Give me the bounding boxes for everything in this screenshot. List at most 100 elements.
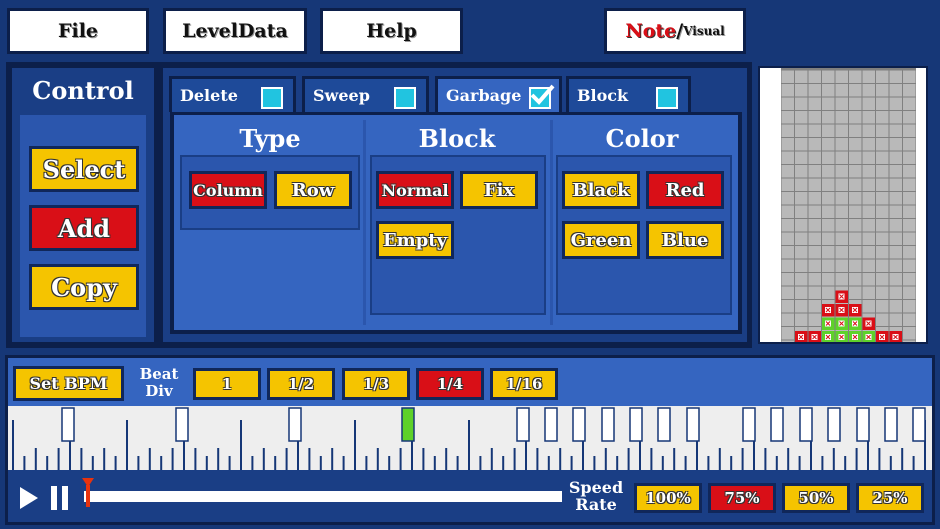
board-cell[interactable]: [795, 259, 808, 273]
board-cell[interactable]: [808, 70, 822, 84]
board-cell[interactable]: [781, 165, 795, 178]
board-cell[interactable]: [835, 232, 849, 246]
rate-25-button[interactable]: 25%: [856, 483, 924, 513]
board-cell[interactable]: [822, 273, 835, 286]
timeline-note[interactable]: [827, 407, 841, 442]
timeline-note[interactable]: [856, 407, 870, 442]
progress-track[interactable]: [84, 491, 562, 502]
board-cell[interactable]: [795, 97, 808, 111]
board-cell[interactable]: [835, 84, 849, 97]
board-cell[interactable]: [795, 84, 808, 97]
board-cell[interactable]: [795, 232, 808, 246]
board-cell[interactable]: [903, 151, 916, 165]
board-cell[interactable]: [808, 246, 822, 259]
board-cell[interactable]: [835, 192, 849, 205]
board-cell[interactable]: [849, 84, 862, 97]
timeline-note[interactable]: [742, 407, 756, 442]
board-cell[interactable]: [781, 313, 795, 327]
board-cell[interactable]: [889, 97, 903, 111]
div-1-2-button[interactable]: 1/2: [267, 368, 335, 400]
board-cell[interactable]: [835, 273, 849, 286]
board-cell[interactable]: [862, 286, 876, 300]
board-cell[interactable]: [862, 138, 876, 151]
board-cell[interactable]: [903, 313, 916, 327]
board-cell[interactable]: [876, 246, 889, 259]
board-cell[interactable]: [835, 205, 849, 219]
board-cell[interactable]: [795, 192, 808, 205]
board-cell[interactable]: [849, 124, 862, 138]
board-cell[interactable]: [781, 259, 795, 273]
board-cell[interactable]: [903, 111, 916, 124]
board-cell[interactable]: [862, 84, 876, 97]
board-cell[interactable]: [849, 70, 862, 84]
board-cell[interactable]: [862, 300, 876, 313]
board-cell[interactable]: [849, 232, 862, 246]
board-cell[interactable]: [889, 84, 903, 97]
board-cell[interactable]: [903, 300, 916, 313]
timeline-note[interactable]: [61, 407, 75, 442]
timeline-note[interactable]: [601, 407, 615, 442]
copy-button[interactable]: Copy: [29, 264, 139, 310]
board-cell[interactable]: [889, 138, 903, 151]
board-cell[interactable]: [822, 70, 835, 84]
timeline-note[interactable]: [288, 407, 302, 442]
board-cell[interactable]: [808, 300, 822, 313]
div-1-button[interactable]: 1: [193, 368, 261, 400]
board-cell[interactable]: [835, 165, 849, 178]
board-cell[interactable]: [903, 97, 916, 111]
board-cell[interactable]: [862, 111, 876, 124]
board-cell[interactable]: [876, 151, 889, 165]
black-button[interactable]: Black: [562, 171, 640, 209]
board-cell[interactable]: [795, 138, 808, 151]
board-cell[interactable]: [903, 165, 916, 178]
board-cell[interactable]: [808, 178, 822, 192]
board-cell[interactable]: [849, 259, 862, 273]
board-cell[interactable]: [862, 219, 876, 232]
timeline-note[interactable]: [629, 407, 643, 442]
board-cell[interactable]: [822, 97, 835, 111]
board-cell[interactable]: [781, 97, 795, 111]
board-cell[interactable]: [876, 84, 889, 97]
board-cell[interactable]: [862, 151, 876, 165]
board-cell[interactable]: [889, 219, 903, 232]
board-cell[interactable]: [822, 259, 835, 273]
board-cell[interactable]: [795, 178, 808, 192]
help-menu-button[interactable]: Help: [320, 8, 463, 54]
pause-button[interactable]: [50, 485, 70, 515]
board-cell[interactable]: [781, 70, 795, 84]
board-cell[interactable]: [795, 70, 808, 84]
board-cell[interactable]: [808, 111, 822, 124]
board-cell[interactable]: [808, 138, 822, 151]
board-cell[interactable]: [781, 205, 795, 219]
div-1-3-button[interactable]: 1/3: [342, 368, 410, 400]
timeline-note[interactable]: [686, 407, 700, 442]
board-cell[interactable]: [903, 178, 916, 192]
board-cell[interactable]: [822, 138, 835, 151]
board-cell[interactable]: [876, 192, 889, 205]
board-cell[interactable]: [862, 259, 876, 273]
board-cell[interactable]: [835, 138, 849, 151]
board-cell[interactable]: [808, 192, 822, 205]
leveldata-menu-button[interactable]: LevelData: [163, 8, 307, 54]
board-cell[interactable]: [781, 151, 795, 165]
timeline-note[interactable]: [572, 407, 586, 442]
board-cell[interactable]: [781, 327, 795, 340]
board-cell[interactable]: [781, 286, 795, 300]
board-cell[interactable]: [795, 165, 808, 178]
board-cell[interactable]: [808, 286, 822, 300]
board-cell[interactable]: [862, 178, 876, 192]
board-cell[interactable]: [903, 84, 916, 97]
board-cell[interactable]: [835, 70, 849, 84]
board-cell[interactable]: [889, 192, 903, 205]
board-cell[interactable]: [835, 178, 849, 192]
board-cell[interactable]: [849, 178, 862, 192]
timeline-note[interactable]: [799, 407, 813, 442]
board-cell[interactable]: [889, 246, 903, 259]
board-cell[interactable]: [903, 327, 916, 340]
board-cell[interactable]: [781, 192, 795, 205]
board-cell[interactable]: [822, 246, 835, 259]
board-cell[interactable]: [808, 124, 822, 138]
red-button[interactable]: Red: [646, 171, 724, 209]
board-cell[interactable]: [835, 111, 849, 124]
board-cell[interactable]: [903, 205, 916, 219]
